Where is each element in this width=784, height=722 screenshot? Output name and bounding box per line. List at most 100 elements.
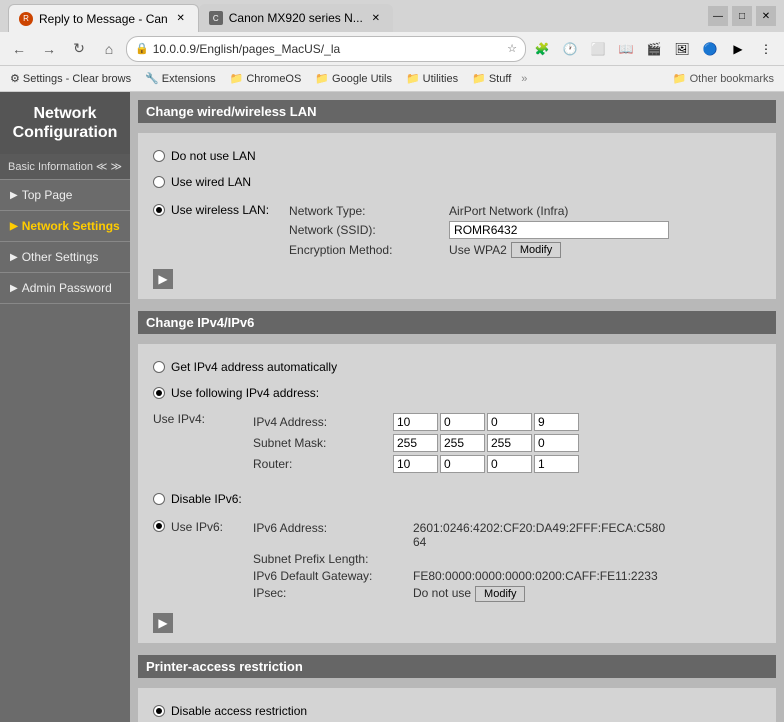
- wireless-lan-option[interactable]: Use wireless LAN:: [153, 201, 269, 223]
- extensions-bm-icon: 🔧: [145, 72, 159, 85]
- wlan-submit-button[interactable]: ▶: [153, 269, 173, 289]
- ipv4-manual-option[interactable]: Use following IPv4 address:: [153, 380, 761, 406]
- toolbar-icons: 🧩 🕐 ⬜ 📖 🎬 🖼 🔵 ▶ ⋮: [530, 37, 778, 61]
- ipv4-fields: IPv4 Address: Subnet Mask:: [253, 410, 579, 476]
- maximize-button[interactable]: □: [732, 6, 752, 26]
- ipsec-modify-button[interactable]: Modify: [475, 586, 525, 602]
- disable-restriction-option[interactable]: Disable access restriction: [153, 698, 761, 722]
- ipv6-gateway-label: IPv6 Default Gateway:: [253, 569, 413, 583]
- tab-icon[interactable]: ⬜: [586, 37, 610, 61]
- ipv6-address-label: IPv6 Address:: [253, 521, 413, 535]
- sidebar-item-network-settings[interactable]: ▶ Network Settings: [0, 211, 130, 242]
- sidebar-other-settings-label: Other Settings: [22, 250, 99, 264]
- bookmarks-bar: ⚙ Settings - Clear brows 🔧 Extensions 📁 …: [0, 66, 784, 92]
- router-octet-1[interactable]: [393, 455, 438, 473]
- ipv4-auto-option[interactable]: Get IPv4 address automatically: [153, 354, 761, 380]
- network-type-label: Network Type:: [289, 204, 449, 218]
- disable-restriction-radio[interactable]: [153, 705, 165, 717]
- subnet-octet-3[interactable]: [487, 434, 532, 452]
- ipv4-manual-radio[interactable]: [153, 387, 165, 399]
- tab1-close[interactable]: ✕: [174, 12, 188, 26]
- router-octet-2[interactable]: [440, 455, 485, 473]
- ipv4-octet-3[interactable]: [487, 413, 532, 431]
- disable-ipv6-label: Disable IPv6:: [171, 492, 242, 506]
- ipv4-submit-button[interactable]: ▶: [153, 613, 173, 633]
- page-content: Network Configuration Basic Information …: [0, 92, 784, 722]
- subnet-octet-2[interactable]: [440, 434, 485, 452]
- bookmark-settings[interactable]: ⚙ Settings - Clear brows: [6, 70, 135, 87]
- feedly-icon[interactable]: ▶: [726, 37, 750, 61]
- minimize-button[interactable]: —: [708, 6, 728, 26]
- tab2-close[interactable]: ✕: [369, 11, 383, 25]
- other-bookmarks[interactable]: 📁 Other bookmarks: [669, 70, 778, 87]
- tab1-label: Reply to Message - Can: [39, 12, 168, 26]
- menu-button[interactable]: ⋮: [754, 37, 778, 61]
- disable-ipv6-radio[interactable]: [153, 493, 165, 505]
- use-ipv6-radio[interactable]: [153, 520, 165, 532]
- ipv6-fields: IPv6 Address: 2601:0246:4202:CF20:DA49:2…: [253, 518, 665, 605]
- ipv4-section-header: Change IPv4/IPv6: [138, 311, 776, 334]
- bookmark-chromeos-label: ChromeOS: [246, 73, 301, 85]
- arrow-icon-3: ▶: [10, 252, 18, 263]
- ipv4-address-row: IPv4 Address:: [253, 413, 579, 431]
- lock-icon: 🔒: [135, 42, 149, 55]
- no-lan-radio[interactable]: [153, 150, 165, 162]
- router-octet-4[interactable]: [534, 455, 579, 473]
- sidebar-item-other-settings[interactable]: ▶ Other Settings: [0, 242, 130, 273]
- ssid-input[interactable]: [449, 221, 669, 239]
- back-button[interactable]: ←: [6, 36, 32, 62]
- wlan-modify-button[interactable]: Modify: [511, 242, 561, 258]
- ipsec-value: Do not use: [413, 586, 471, 600]
- history-icon[interactable]: 🕐: [558, 37, 582, 61]
- bookmark-stuff[interactable]: 📁 Stuff: [468, 70, 515, 87]
- sidebar-logo-text: Network Configuration: [8, 104, 122, 142]
- bookmark-utilities[interactable]: 📁 Utilities: [402, 70, 462, 87]
- network-type-row: Network Type: AirPort Network (Infra): [289, 204, 669, 218]
- forward-button[interactable]: →: [36, 36, 62, 62]
- arrow-icon-1: ▶: [10, 190, 18, 201]
- photo-icon[interactable]: 🖼: [670, 37, 694, 61]
- tab2-label: Canon MX920 series N...: [229, 11, 363, 25]
- bookmark-extensions[interactable]: 🔧 Extensions: [141, 70, 220, 87]
- tab-2[interactable]: C Canon MX920 series N... ✕: [199, 4, 393, 32]
- sidebar-logo: Network Configuration: [0, 92, 130, 154]
- reload-button[interactable]: ↻: [66, 36, 92, 62]
- router-label: Router:: [253, 457, 393, 471]
- ipv4-octet-1[interactable]: [393, 413, 438, 431]
- wired-lan-radio[interactable]: [153, 176, 165, 188]
- wireless-lan-radio[interactable]: [153, 204, 165, 216]
- close-button[interactable]: ✕: [756, 6, 776, 26]
- sidebar-item-admin-password[interactable]: ▶ Admin Password: [0, 273, 130, 304]
- bookmark-chromeos[interactable]: 📁 ChromeOS: [226, 70, 306, 87]
- use-ipv6-container: Use IPv6: IPv6 Address: 2601:0246:4202:C…: [153, 518, 761, 605]
- bookmark-google-utils[interactable]: 📁 Google Utils: [311, 70, 396, 87]
- media-icon[interactable]: 🎬: [642, 37, 666, 61]
- disable-restriction-label: Disable access restriction: [171, 704, 307, 718]
- use-ipv4-container: Use IPv4: IPv4 Address: Subnet Mask:: [153, 410, 761, 476]
- bookmark-settings-label: Settings - Clear brows: [23, 73, 131, 85]
- ipv4-section-content: Get IPv4 address automatically Use follo…: [138, 344, 776, 643]
- ipv4-auto-radio[interactable]: [153, 361, 165, 373]
- ipv6-address-row: IPv6 Address: 2601:0246:4202:CF20:DA49:2…: [253, 521, 665, 549]
- vpn-icon[interactable]: 🔵: [698, 37, 722, 61]
- ipv4-address-inputs: [393, 413, 579, 431]
- subnet-octet-1[interactable]: [393, 434, 438, 452]
- wireless-details: Network Type: AirPort Network (Infra) Ne…: [269, 201, 669, 261]
- printer-section-header: Printer-access restriction: [138, 655, 776, 678]
- disable-ipv6-option[interactable]: Disable IPv6:: [153, 486, 761, 512]
- router-octet-3[interactable]: [487, 455, 532, 473]
- wired-lan-option[interactable]: Use wired LAN: [153, 169, 761, 195]
- ipv4-octet-4[interactable]: [534, 413, 579, 431]
- sidebar-item-top-page[interactable]: ▶ Top Page: [0, 180, 130, 211]
- ipv4-octet-2[interactable]: [440, 413, 485, 431]
- star-icon[interactable]: ☆: [507, 42, 517, 55]
- bookmark-icon[interactable]: 📖: [614, 37, 638, 61]
- no-lan-option[interactable]: Do not use LAN: [153, 143, 761, 169]
- subnet-octet-4[interactable]: [534, 434, 579, 452]
- tab-1[interactable]: R Reply to Message - Can ✕: [8, 4, 199, 32]
- extensions-icon[interactable]: 🧩: [530, 37, 554, 61]
- home-button[interactable]: ⌂: [96, 36, 122, 62]
- address-bar[interactable]: 🔒 10.0.0.9/English/pages_MacUS/_la ☆: [126, 36, 526, 62]
- arrow-icon-4: ▶: [10, 283, 18, 294]
- ipv6-gateway-value: FE80:0000:0000:0000:0200:CAFF:FE11:2233: [413, 569, 658, 583]
